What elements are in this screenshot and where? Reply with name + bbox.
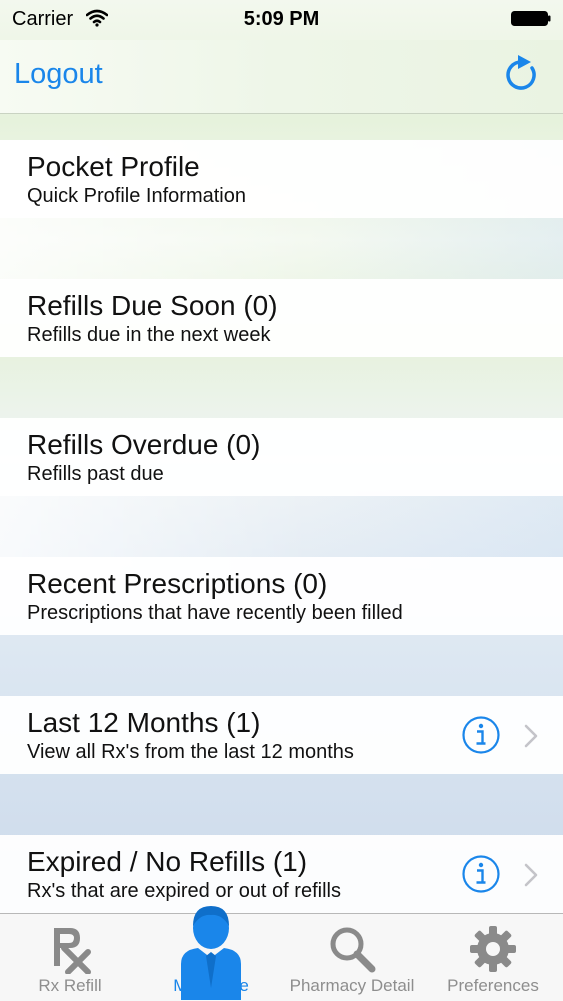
search-icon bbox=[330, 927, 376, 973]
row-title: Pocket Profile bbox=[27, 151, 200, 182]
row-subtitle: Refills past due bbox=[27, 463, 164, 485]
list-item-recent-prescriptions[interactable]: Recent Prescriptions (0) Prescriptions t… bbox=[0, 557, 563, 635]
battery-icon bbox=[511, 11, 551, 26]
list-item-refills-due-soon[interactable]: Refills Due Soon (0) Refills due in the … bbox=[0, 279, 563, 357]
info-icon[interactable] bbox=[461, 854, 501, 894]
navigation-bar: Logout bbox=[0, 40, 563, 114]
row-subtitle: Quick Profile Information bbox=[27, 185, 246, 207]
tab-preferences[interactable]: Preferences bbox=[423, 914, 563, 1001]
info-icon[interactable] bbox=[461, 715, 501, 755]
list-item-last-12-months[interactable]: Last 12 Months (1) View all Rx's from th… bbox=[0, 696, 563, 774]
tab-label: Rx Refill bbox=[38, 976, 102, 995]
refresh-icon[interactable] bbox=[501, 53, 541, 95]
clock: 5:09 PM bbox=[243, 8, 320, 30]
row-title: Recent Prescriptions (0) bbox=[27, 568, 328, 599]
row-subtitle: Refills due in the next week bbox=[27, 324, 271, 346]
row-title: Refills Due Soon (0) bbox=[27, 290, 278, 321]
chevron-right-icon bbox=[524, 724, 538, 748]
tab-my-profile[interactable]: My Profile bbox=[141, 906, 281, 1001]
chevron-right-icon bbox=[524, 863, 538, 887]
list-item-pocket-profile[interactable]: Pocket Profile Quick Profile Information bbox=[0, 140, 563, 218]
row-title: Last 12 Months (1) bbox=[27, 707, 261, 738]
tab-pharmacy-detail[interactable]: Pharmacy Detail bbox=[282, 914, 422, 1001]
row-subtitle: Rx's that are expired or out of refills bbox=[27, 880, 341, 902]
logout-button[interactable]: Logout bbox=[14, 58, 103, 91]
profile-icon bbox=[181, 906, 241, 1000]
row-subtitle: View all Rx's from the last 12 months bbox=[27, 741, 354, 763]
status-bar: Carrier 5:09 PM bbox=[0, 0, 563, 40]
list-item-expired-no-refills[interactable]: Expired / No Refills (1) Rx's that are e… bbox=[0, 835, 563, 913]
tab-label: Preferences bbox=[447, 976, 539, 995]
rx-icon bbox=[54, 928, 91, 974]
list-item-refills-overdue[interactable]: Refills Overdue (0) Refills past due bbox=[0, 418, 563, 496]
row-title: Expired / No Refills (1) bbox=[27, 846, 308, 877]
row-subtitle: Prescriptions that have recently been fi… bbox=[27, 602, 403, 624]
row-title: Refills Overdue (0) bbox=[27, 429, 261, 460]
tab-label: Pharmacy Detail bbox=[289, 976, 415, 995]
tab-rx-refill[interactable]: Rx Refill bbox=[0, 914, 140, 1001]
gear-icon bbox=[470, 926, 516, 972]
tab-bar: Rx Refill My Profile Pharmacy Detail bbox=[0, 906, 563, 1001]
